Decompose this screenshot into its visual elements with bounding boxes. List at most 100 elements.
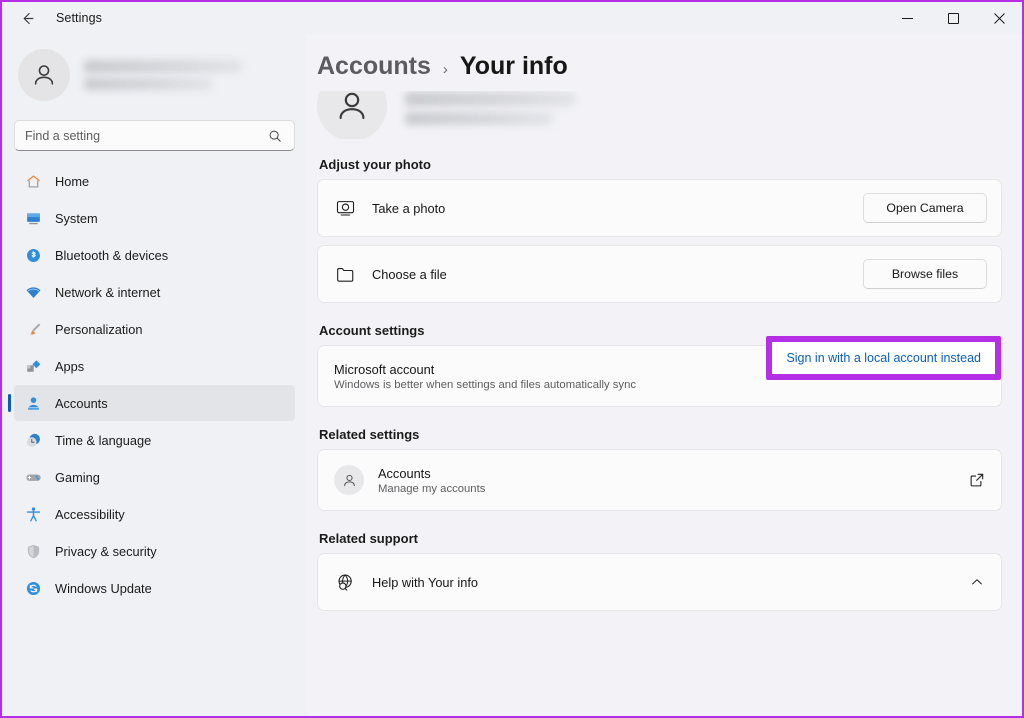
sidebar-item-label: Home: [55, 174, 89, 189]
sidebar-item-apps[interactable]: Apps: [14, 348, 295, 384]
open-camera-button[interactable]: Open Camera: [863, 193, 987, 223]
row-help-with-your-info[interactable]: Help with Your info: [317, 553, 1002, 611]
sidebar-item-accounts[interactable]: Accounts: [14, 385, 295, 421]
highlight-annotation: Sign in with a local account instead: [766, 336, 1001, 380]
section-related-settings: Related settings Accounts Manage my acco…: [317, 427, 1002, 511]
row-take-a-photo: Take a photo Open Camera: [317, 179, 1002, 237]
close-icon: [994, 13, 1005, 24]
sidebar-item-label: Accounts: [55, 396, 108, 411]
section-adjust-your-photo: Adjust your photo Take a photo Open Came…: [317, 157, 1002, 303]
search-input[interactable]: [25, 129, 268, 143]
maximize-button[interactable]: [930, 2, 976, 34]
row-title: Take a photo: [372, 201, 863, 216]
camera-icon: [334, 197, 356, 219]
window-body: Home System: [2, 34, 1022, 716]
row-subtitle: Windows is better when settings and file…: [334, 379, 987, 391]
sidebar-item-label: Personalization: [55, 322, 143, 337]
sidebar-item-personalization[interactable]: Personalization: [14, 311, 295, 347]
account-header-text: [405, 92, 575, 125]
search-box[interactable]: [14, 120, 295, 151]
sidebar-item-gaming[interactable]: Gaming: [14, 459, 295, 495]
row-texts: Take a photo: [372, 201, 863, 216]
wifi-icon: [24, 283, 42, 301]
row-subtitle: Manage my accounts: [378, 483, 957, 495]
apps-icon: [24, 357, 42, 375]
sidebar-item-label: Accessibility: [55, 507, 125, 522]
sidebar-profile[interactable]: [14, 34, 295, 112]
sidebar-item-network-internet[interactable]: Network & internet: [14, 274, 295, 310]
minimize-button[interactable]: [884, 2, 930, 34]
profile-name-redacted: [84, 60, 242, 73]
sidebar: Home System: [2, 34, 307, 716]
row-accounts[interactable]: Accounts Manage my accounts: [317, 449, 1002, 511]
row-texts: Choose a file: [372, 267, 863, 282]
sidebar-item-label: Apps: [55, 359, 84, 374]
browse-files-button[interactable]: Browse files: [863, 259, 987, 289]
accessibility-icon: [24, 505, 42, 523]
person-circle-icon: [334, 465, 364, 495]
paintbrush-icon: [24, 320, 42, 338]
section-account-settings: Account settings Microsoft account Windo…: [317, 323, 1002, 407]
accounts-icon: [24, 394, 42, 412]
bluetooth-icon: [24, 246, 42, 264]
section-title: Related support: [319, 531, 1002, 546]
profile-email-redacted: [84, 78, 212, 90]
person-avatar-icon: [30, 61, 58, 89]
sidebar-nav: Home System: [14, 163, 295, 606]
section-related-support: Related support Help with Your info: [317, 531, 1002, 611]
section-title: Adjust your photo: [319, 157, 1002, 172]
breadcrumb: Accounts › Your info: [317, 34, 1002, 91]
sidebar-item-label: Bluetooth & devices: [55, 248, 168, 263]
search-icon: [268, 129, 284, 143]
row-texts: Accounts Manage my accounts: [378, 466, 957, 495]
title-bar: Settings: [2, 2, 1022, 34]
row-title: Accounts: [378, 466, 957, 481]
sidebar-item-accessibility[interactable]: Accessibility: [14, 496, 295, 532]
chevron-right-icon: ›: [443, 61, 448, 78]
sidebar-item-bluetooth-devices[interactable]: Bluetooth & devices: [14, 237, 295, 273]
sidebar-item-time-language[interactable]: Time & language: [14, 422, 295, 458]
sidebar-item-label: Gaming: [55, 470, 100, 485]
chevron-up-icon[interactable]: [967, 572, 987, 592]
gamepad-icon: [24, 468, 42, 486]
sidebar-item-system[interactable]: System: [14, 200, 295, 236]
app-title: Settings: [56, 11, 102, 25]
shield-icon: [24, 542, 42, 560]
maximize-icon: [948, 13, 959, 24]
open-external-icon[interactable]: [967, 470, 987, 490]
section-title: Related settings: [319, 427, 1002, 442]
main-content: Accounts › Your info Adjus: [307, 34, 1022, 716]
sign-in-local-account-link[interactable]: Sign in with a local account instead: [786, 351, 981, 365]
row-microsoft-account: Microsoft account Windows is better when…: [317, 345, 1002, 407]
sidebar-item-label: Time & language: [55, 433, 151, 448]
sidebar-item-home[interactable]: Home: [14, 163, 295, 199]
clock-icon: [24, 431, 42, 449]
sidebar-item-label: System: [55, 211, 98, 226]
account-name-redacted: [405, 92, 575, 106]
globe-help-icon: [334, 571, 356, 593]
update-icon: [24, 579, 42, 597]
close-button[interactable]: [976, 2, 1022, 34]
sidebar-item-privacy-security[interactable]: Privacy & security: [14, 533, 295, 569]
row-choose-a-file: Choose a file Browse files: [317, 245, 1002, 303]
sidebar-item-label: Network & internet: [55, 285, 160, 300]
system-icon: [24, 209, 42, 227]
home-icon: [24, 172, 42, 190]
sidebar-item-windows-update[interactable]: Windows Update: [14, 570, 295, 606]
window-controls: [884, 2, 1022, 34]
page-title: Your info: [460, 52, 568, 81]
account-email-redacted: [405, 112, 553, 125]
row-title: Help with Your info: [372, 575, 957, 590]
settings-window: Settings: [0, 0, 1024, 718]
account-header: [317, 91, 1002, 139]
back-button[interactable]: [8, 3, 46, 33]
minimize-icon: [902, 13, 913, 24]
row-title: Choose a file: [372, 267, 863, 282]
arrow-left-icon: [19, 10, 36, 27]
avatar: [317, 91, 387, 139]
sidebar-profile-text: [84, 60, 291, 90]
row-texts: Help with Your info: [372, 575, 957, 590]
person-avatar-icon: [333, 91, 371, 125]
folder-icon: [334, 263, 356, 285]
breadcrumb-parent-link[interactable]: Accounts: [317, 52, 431, 81]
